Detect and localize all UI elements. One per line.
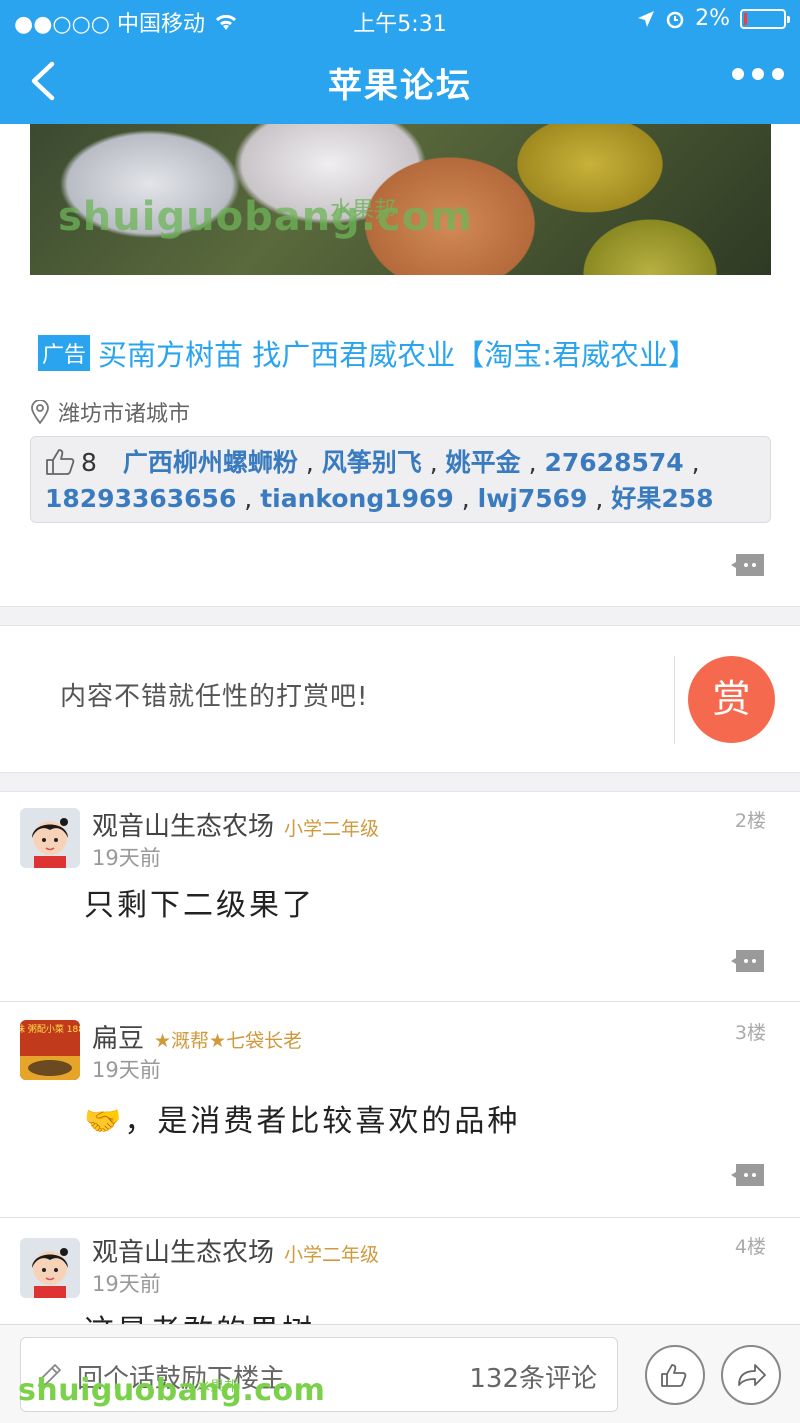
battery-icon — [740, 8, 790, 29]
comment-icon[interactable] — [730, 1162, 766, 1188]
comment-count[interactable]: 132条评论 — [469, 1358, 597, 1395]
author-line: 观音山生态农场 小学二年级 — [92, 1232, 379, 1269]
reply-post: 美味 粥配小菜 188例 扁豆 ★溉帮★七袋长老 19天前 3楼 🤝，是消费者比较… — [0, 1002, 800, 1218]
post-time: 19天前 — [92, 1058, 161, 1082]
image-watermark: shuiguobang.com — [58, 194, 473, 240]
reward-prompt: 内容不错就任性的打赏吧! — [60, 682, 369, 712]
ad-link[interactable]: 广告 买南方树苗 找广西君威农业【淘宝:君威农业】 — [38, 332, 697, 374]
post-time: 19天前 — [92, 846, 161, 870]
reward-button[interactable]: 赏 — [688, 656, 775, 743]
avatar[interactable]: 美味 粥配小菜 188例 — [20, 1020, 80, 1080]
thumbs-up-icon — [661, 1364, 687, 1387]
likes-box: 8 广西柳州螺蛳粉 , 风筝别飞 , 姚平金 , 27628574 , 182933… — [30, 436, 771, 523]
reward-row: 内容不错就任性的打赏吧! 赏 — [0, 626, 800, 772]
location-pin-icon — [31, 400, 49, 424]
site-watermark: shuiguobang.com — [18, 1373, 326, 1408]
comment-icon[interactable] — [730, 948, 766, 974]
post-text: 只剩下二级果了 — [84, 888, 315, 923]
comment-icon[interactable] — [730, 552, 766, 578]
ad-text: 买南方树苗 找广西君威农业【淘宝:君威农业】 — [98, 338, 698, 372]
post-time: 19天前 — [92, 1272, 161, 1296]
user-rank: ★溉帮★七袋长老 — [154, 1030, 303, 1052]
thumbs-up-icon[interactable] — [45, 448, 75, 476]
alarm-icon — [666, 11, 684, 28]
author-name[interactable]: 观音山生态农场 — [92, 1238, 274, 1268]
section-divider — [0, 606, 800, 626]
section-divider — [0, 772, 800, 792]
nav-bar: 苹果论坛 — [0, 40, 800, 124]
location: 潍坊市诸城市 — [30, 396, 190, 428]
post-text: 这是老敢的果树 — [84, 1306, 315, 1324]
floor-number: 3楼 — [734, 1022, 766, 1044]
reply-post: 观音山生态农场 小学二年级 19天前 2楼 只剩下二级果了 — [0, 792, 800, 1002]
floor-number: 2楼 — [734, 810, 766, 832]
liker[interactable]: tiankong1969 — [260, 484, 454, 513]
post-text: 🤝，是消费者比较喜欢的品种 — [84, 1104, 521, 1139]
avatar[interactable] — [20, 1238, 80, 1298]
status-bar: ●●○○○ 中国移动 上午5:31 2% — [0, 0, 800, 40]
avatar-text-line: 美味 粥配小菜 188例 — [20, 1023, 80, 1035]
user-rank: 小学二年级 — [284, 1244, 380, 1266]
author-line: 扁豆 ★溉帮★七袋长老 — [92, 1018, 302, 1055]
page-title: 苹果论坛 — [328, 66, 472, 106]
location-arrow-icon — [638, 10, 655, 27]
image-watermark-cn: 水果邦 — [330, 198, 397, 223]
liker[interactable]: 广西柳州螺蛳粉 — [123, 448, 298, 477]
liker[interactable]: 27628574 — [544, 448, 683, 477]
post-image[interactable]: shuiguobang.com 水果邦 — [30, 124, 771, 275]
site-watermark-cn: 水果邦 — [196, 1379, 238, 1395]
avatar[interactable] — [20, 808, 80, 868]
liker[interactable]: 18293363656 — [45, 484, 236, 513]
liker[interactable]: lwj7569 — [478, 484, 588, 513]
floor-number: 4楼 — [734, 1236, 766, 1258]
liker[interactable]: 姚平金 — [446, 448, 521, 477]
reply-post: 观音山生态农场小学二年级 19天前 4楼 这是老敢的果树 — [0, 1218, 800, 1324]
ad-tag: 广告 — [38, 335, 91, 371]
author-name[interactable]: 观音山生态农场 — [92, 812, 274, 842]
battery-percent: 2% — [695, 6, 730, 31]
divider — [674, 656, 675, 744]
thread-content[interactable]: shuiguobang.com 水果邦 广告 买南方树苗 找广西君威农业【淘宝:… — [0, 124, 800, 1324]
like-count: 8 — [81, 448, 97, 477]
like-button[interactable] — [645, 1345, 705, 1405]
liker[interactable]: 风筝别飞 — [322, 448, 422, 477]
more-dots-icon[interactable] — [732, 68, 784, 80]
author-name[interactable]: 扁豆 — [92, 1024, 144, 1054]
share-button[interactable] — [721, 1345, 781, 1405]
share-arrow-icon — [738, 1364, 766, 1386]
location-text: 潍坊市诸城市 — [58, 402, 191, 427]
author-line: 观音山生态农场 小学二年级 — [92, 806, 379, 843]
liker[interactable]: 好果258 — [611, 484, 713, 513]
user-rank: 小学二年级 — [284, 818, 380, 840]
